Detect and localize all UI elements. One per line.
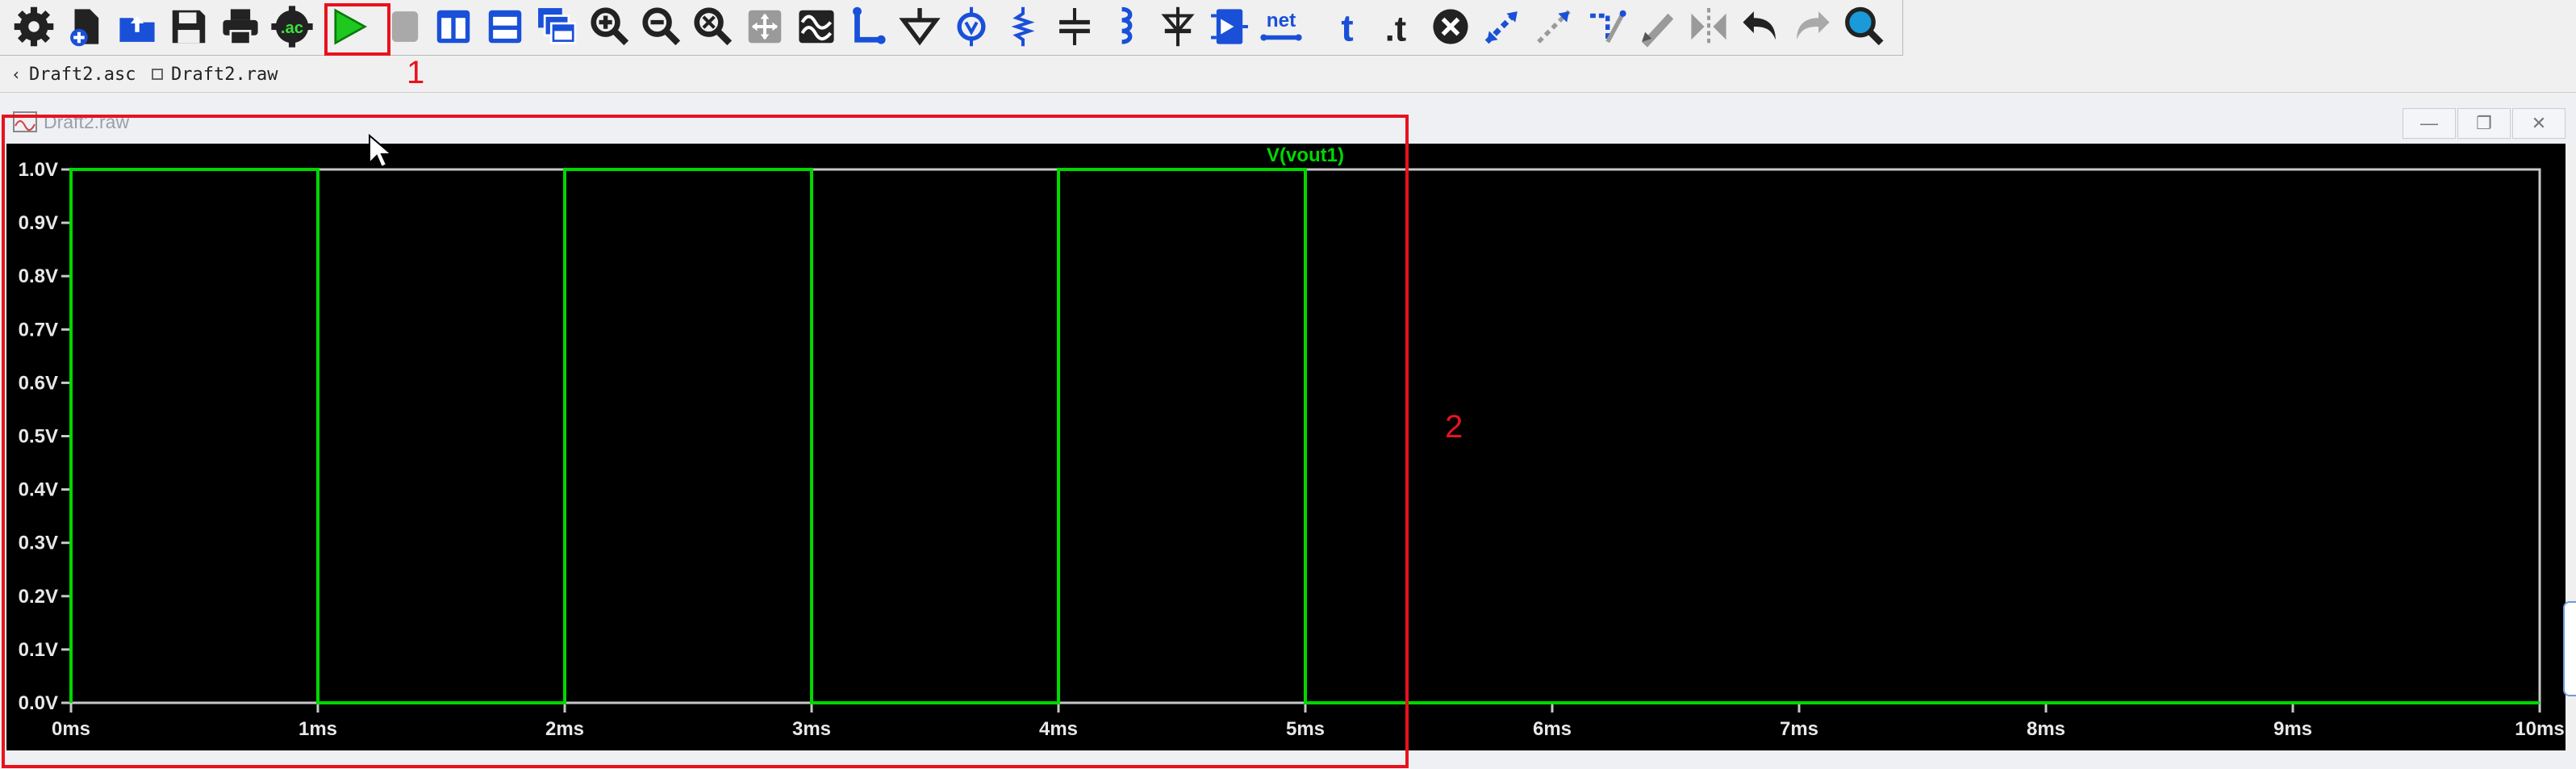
annotation-label-1: 1 [407,55,425,90]
print-icon[interactable] [216,2,265,51]
x-tick-label: 7ms [1780,718,1818,740]
text-tool-label: t [1341,7,1353,48]
zoom-out-icon[interactable] [637,2,686,51]
text-icon[interactable]: t [1323,2,1372,51]
redo-icon[interactable] [1788,2,1836,51]
tile-horizontal-icon[interactable] [481,2,529,51]
voltage-source-icon[interactable] [947,2,996,51]
mouse-cursor-icon [369,134,390,169]
zoom-fit-icon[interactable] [689,2,737,51]
undo-icon[interactable] [1736,2,1785,51]
y-tick-label: 0.7V [19,319,58,341]
y-tick-label: 0.6V [19,372,58,394]
x-tick-label: 4ms [1039,718,1078,740]
annotation-label-2: 2 [1445,409,1463,445]
open-icon[interactable] [113,2,161,51]
net-label-icon[interactable]: net [1257,2,1305,51]
waveform-icon[interactable] [792,2,841,51]
x-tick-label: 3ms [792,718,831,740]
ac-label: .ac [281,19,303,37]
spice-directive-icon[interactable]: .t [1372,2,1420,51]
cascade-windows-icon[interactable] [532,2,581,51]
waveform-window-title: Draft2.raw [44,111,130,132]
y-tick-label: 0.4V [19,479,58,501]
directive-label: .t [1385,10,1406,48]
side-scroll-tab[interactable] [2563,601,2576,696]
tab-draft2-raw[interactable]: Draft2.raw [152,61,278,87]
draw-icon[interactable] [1633,2,1681,51]
toolbar: .ac net t .t [0,0,1903,56]
tab-label: Draft2.asc [29,64,136,85]
waveform-plot-pane[interactable]: 0.0V 0.1V 0.2V 0.3V 0.4V 0.5V 0.6V 0.7V 0.8V 0.9V… [6,144,2566,750]
waveform-chart[interactable]: 0.0V 0.1V 0.2V 0.3V 0.4V 0.5V 0.6V 0.7V 0.8V 0.9V… [6,144,2566,750]
close-button[interactable]: ✕ [2512,108,2566,139]
halt-icon[interactable] [381,2,429,51]
y-tick-label: 1.0V [19,159,58,181]
resistor-icon[interactable] [999,2,1047,51]
restore-button[interactable]: ❐ [2457,108,2511,139]
y-tick-label: 0.0V [19,692,58,714]
zoom-in-icon[interactable] [586,2,634,51]
y-tick-label: 0.9V [19,212,58,234]
duplicate-icon[interactable] [1478,2,1526,51]
diode-icon[interactable] [1154,2,1202,51]
ground-icon[interactable] [896,2,944,51]
x-tick-label: 2ms [545,718,584,740]
new-schematic-icon[interactable] [61,2,110,51]
x-tick-label: 10ms [2515,718,2564,740]
close-glyph: ✕ [2531,113,2547,133]
delete-icon[interactable] [1426,2,1475,51]
save-icon[interactable] [165,2,213,51]
edit-simulation-command-icon[interactable]: .ac [268,2,316,51]
minimize-glyph: — [2420,113,2438,133]
x-tick-label: 9ms [2273,718,2312,740]
x-tick-label: 8ms [2027,718,2065,740]
y-tick-label: 0.3V [19,533,58,554]
minimize-button[interactable]: — [2403,108,2456,139]
waveform-window-icon [13,111,37,132]
inductor-icon[interactable] [1102,2,1150,51]
y-tick-label: 0.1V [19,639,58,661]
x-tick-label: 1ms [299,718,337,740]
move-icon[interactable] [1530,2,1578,51]
find-icon[interactable] [1839,2,1888,51]
drag-icon[interactable] [1581,2,1630,51]
y-tick-label: 0.8V [19,265,58,287]
tile-vertical-icon[interactable] [429,2,478,51]
waveform-doc-icon [152,69,163,80]
net-label-text: net [1267,10,1296,31]
capacitor-icon[interactable] [1050,2,1099,51]
window-bottom-edge [0,750,2576,769]
x-tick-label: 5ms [1286,718,1325,740]
back-arrow-icon: ‹ [11,65,22,84]
run-icon[interactable] [324,2,373,51]
x-tick-label: 6ms [1533,718,1572,740]
tab-draft2-asc[interactable]: ‹ Draft2.asc [11,61,136,87]
settings-icon[interactable] [10,2,58,51]
y-tick-label: 0.5V [19,426,58,448]
mirror-icon[interactable] [1685,2,1733,51]
tab-label: Draft2.raw [171,64,278,85]
component-icon[interactable] [1205,2,1254,51]
trace-label: V(vout1) [1267,144,1344,166]
document-tabs: ‹ Draft2.asc Draft2.raw [0,56,2576,93]
pan-icon[interactable] [741,2,789,51]
x-tick-label: 0ms [52,718,90,740]
y-tick-label: 0.2V [19,586,58,608]
restore-glyph: ❐ [2476,113,2492,133]
wire-icon[interactable] [844,2,892,51]
trace-v-vout1 [69,168,2540,704]
